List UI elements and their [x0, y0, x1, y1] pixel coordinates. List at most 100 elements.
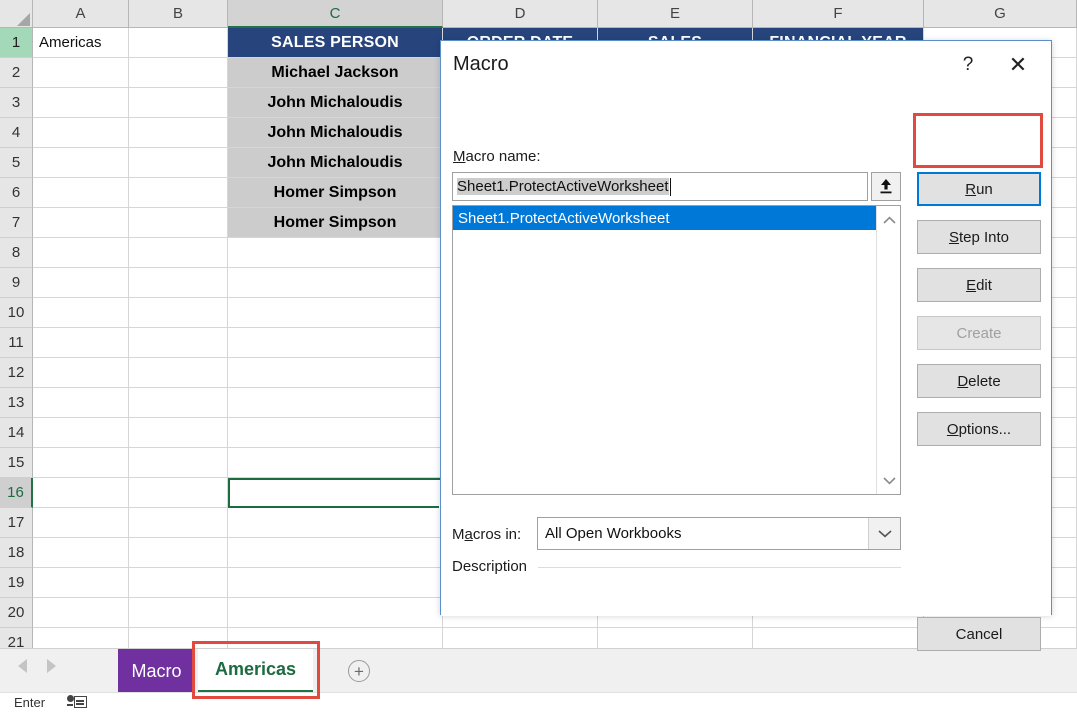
cell-c3[interactable]: John Michaloudis: [228, 88, 443, 117]
row-header-16[interactable]: 16: [0, 478, 33, 508]
cell-a2[interactable]: [33, 58, 129, 87]
cell-b1[interactable]: [129, 28, 228, 57]
cancel-button[interactable]: Cancel: [917, 617, 1041, 651]
cell-a12[interactable]: [33, 358, 129, 387]
column-header-d[interactable]: D: [443, 0, 598, 28]
cell-b20[interactable]: [129, 598, 228, 627]
cell-b2[interactable]: [129, 58, 228, 87]
cell-b13[interactable]: [129, 388, 228, 417]
row-header-1[interactable]: 1: [0, 28, 33, 58]
row-header-11[interactable]: 11: [0, 328, 33, 358]
cell-b8[interactable]: [129, 238, 228, 267]
macro-list[interactable]: Sheet1.ProtectActiveWorksheet: [452, 205, 901, 495]
row-header-13[interactable]: 13: [0, 388, 33, 418]
row-header-17[interactable]: 17: [0, 508, 33, 538]
cell-b9[interactable]: [129, 268, 228, 297]
row-header-6[interactable]: 6: [0, 178, 33, 208]
chevron-down-icon[interactable]: [877, 468, 900, 492]
cell-b19[interactable]: [129, 568, 228, 597]
column-header-a[interactable]: A: [33, 0, 129, 28]
list-scrollbar[interactable]: [876, 206, 900, 494]
row-header-8[interactable]: 8: [0, 238, 33, 268]
column-header-g[interactable]: G: [924, 0, 1077, 28]
step-into-button[interactable]: Step Into: [917, 220, 1041, 254]
cell-a11[interactable]: [33, 328, 129, 357]
edit-button[interactable]: Edit: [917, 268, 1041, 302]
column-header-e[interactable]: E: [598, 0, 753, 28]
cell-b10[interactable]: [129, 298, 228, 327]
macros-in-dropdown[interactable]: All Open Workbooks: [537, 517, 901, 550]
cell-b6[interactable]: [129, 178, 228, 207]
row-header-9[interactable]: 9: [0, 268, 33, 298]
cell-b5[interactable]: [129, 148, 228, 177]
cell-a10[interactable]: [33, 298, 129, 327]
sheet-tab-macro[interactable]: Macro: [118, 649, 195, 693]
close-icon[interactable]: ✕: [1001, 49, 1035, 81]
add-sheet-button[interactable]: +: [348, 660, 370, 682]
cell-c15[interactable]: [228, 448, 443, 477]
cell-c18[interactable]: [228, 538, 443, 567]
cell-c12[interactable]: [228, 358, 443, 387]
cell-c8[interactable]: [228, 238, 443, 267]
row-header-2[interactable]: 2: [0, 58, 33, 88]
row-header-12[interactable]: 12: [0, 358, 33, 388]
column-header-b[interactable]: B: [129, 0, 228, 28]
upload-arrow-icon[interactable]: [871, 172, 901, 201]
help-icon[interactable]: ?: [951, 49, 985, 81]
cell-a8[interactable]: [33, 238, 129, 267]
select-all-corner[interactable]: [0, 0, 33, 28]
cell-a1[interactable]: Americas: [33, 28, 129, 57]
cell-a5[interactable]: [33, 148, 129, 177]
run-button[interactable]: Run: [917, 172, 1041, 206]
cell-b3[interactable]: [129, 88, 228, 117]
row-header-20[interactable]: 20: [0, 598, 33, 628]
options-button[interactable]: Options...: [917, 412, 1041, 446]
macro-name-input[interactable]: Sheet1.ProtectActiveWorksheet: [452, 172, 868, 201]
row-header-19[interactable]: 19: [0, 568, 33, 598]
list-item[interactable]: Sheet1.ProtectActiveWorksheet: [453, 206, 877, 230]
sheet-tab-americas[interactable]: Americas: [198, 649, 313, 693]
triangle-right-icon[interactable]: [47, 659, 56, 673]
cell-a19[interactable]: [33, 568, 129, 597]
cell-c4[interactable]: John Michaloudis: [228, 118, 443, 147]
row-header-14[interactable]: 14: [0, 418, 33, 448]
cell-c19[interactable]: [228, 568, 443, 597]
cell-a20[interactable]: [33, 598, 129, 627]
row-header-10[interactable]: 10: [0, 298, 33, 328]
cell-b16[interactable]: [129, 478, 228, 507]
cell-c2[interactable]: Michael Jackson: [228, 58, 443, 87]
column-header-f[interactable]: F: [753, 0, 924, 28]
cell-a9[interactable]: [33, 268, 129, 297]
row-header-5[interactable]: 5: [0, 148, 33, 178]
cell-c1[interactable]: SALES PERSON: [228, 28, 443, 57]
dialog-title-bar[interactable]: Macro ? ✕: [441, 41, 1051, 89]
cell-c20[interactable]: [228, 598, 443, 627]
delete-button[interactable]: Delete: [917, 364, 1041, 398]
cell-c7[interactable]: Homer Simpson: [228, 208, 443, 237]
accessibility-checker-icon[interactable]: [67, 695, 88, 710]
cell-a14[interactable]: [33, 418, 129, 447]
cell-c11[interactable]: [228, 328, 443, 357]
row-header-7[interactable]: 7: [0, 208, 33, 238]
cell-a16[interactable]: [33, 478, 129, 507]
cell-c13[interactable]: [228, 388, 443, 417]
cell-b7[interactable]: [129, 208, 228, 237]
cell-c6[interactable]: Homer Simpson: [228, 178, 443, 207]
cell-a15[interactable]: [33, 448, 129, 477]
tab-nav-arrows[interactable]: [18, 659, 56, 673]
chevron-up-icon[interactable]: [877, 208, 900, 232]
cell-c14[interactable]: [228, 418, 443, 447]
cell-b17[interactable]: [129, 508, 228, 537]
cell-a17[interactable]: [33, 508, 129, 537]
cell-a6[interactable]: [33, 178, 129, 207]
chevron-down-icon[interactable]: [868, 518, 900, 549]
cell-c5[interactable]: John Michaloudis: [228, 148, 443, 177]
cell-c10[interactable]: [228, 298, 443, 327]
triangle-left-icon[interactable]: [18, 659, 27, 673]
cell-a4[interactable]: [33, 118, 129, 147]
cell-b14[interactable]: [129, 418, 228, 447]
cell-c9[interactable]: [228, 268, 443, 297]
cell-a13[interactable]: [33, 388, 129, 417]
row-header-15[interactable]: 15: [0, 448, 33, 478]
row-header-4[interactable]: 4: [0, 118, 33, 148]
